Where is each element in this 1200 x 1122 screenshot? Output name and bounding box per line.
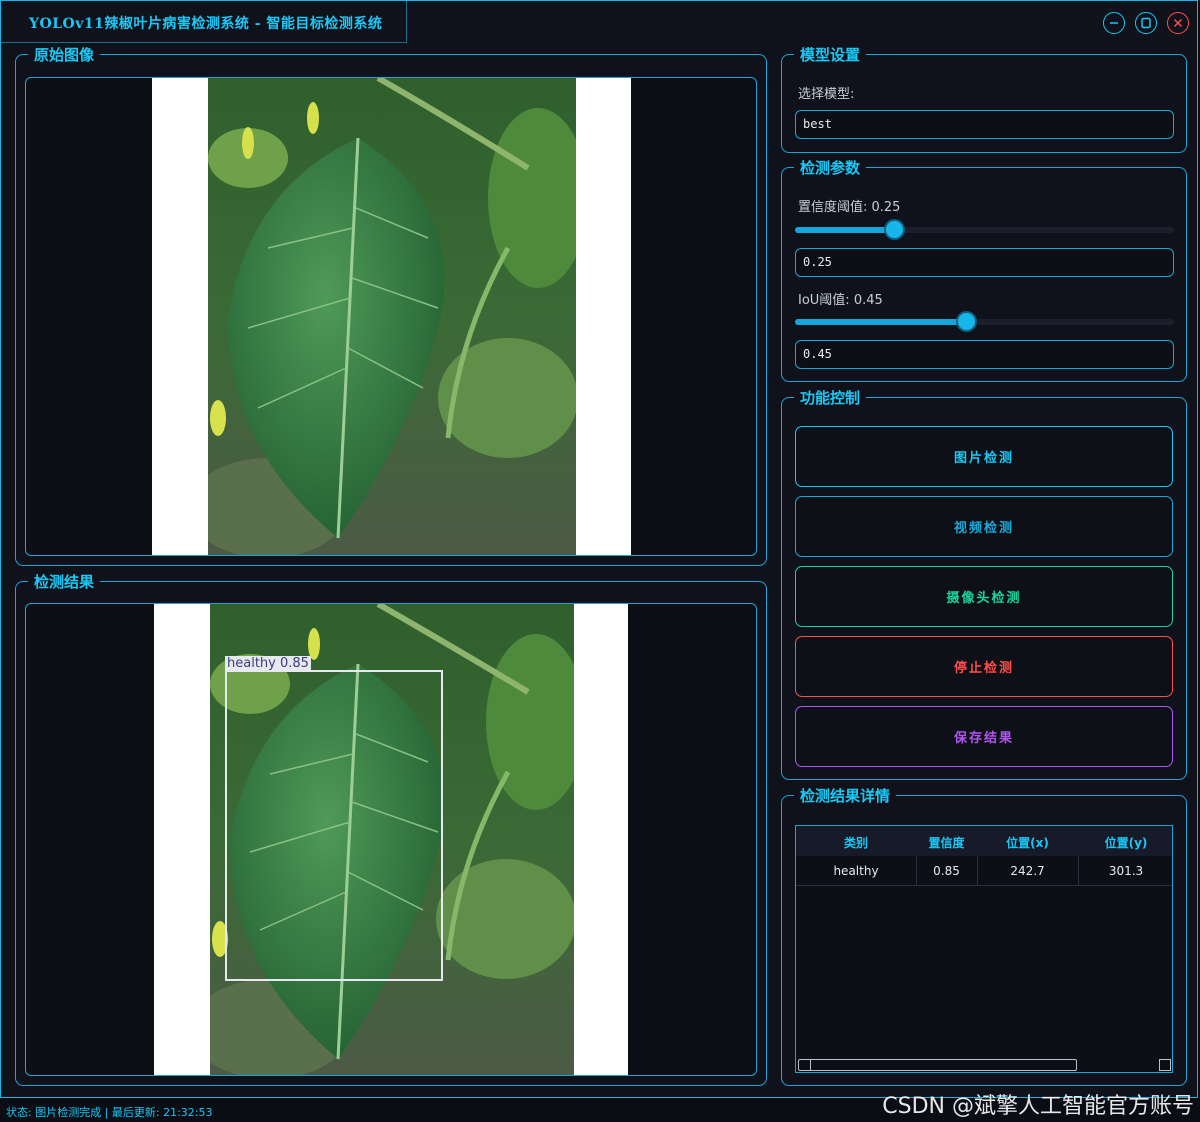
function-control-title: 功能控制 — [794, 387, 867, 408]
leaf-photo-original — [208, 78, 576, 555]
detection-result-view: healthy 0.85 — [25, 603, 757, 1076]
detection-box — [225, 670, 443, 981]
original-image-view — [25, 77, 757, 556]
maximize-button[interactable] — [1135, 12, 1157, 34]
table-cell-x: 242.7 — [1010, 864, 1045, 878]
column-header-y[interactable]: 位置(y) — [1078, 834, 1174, 851]
minimize-button[interactable] — [1103, 12, 1125, 34]
result-details-title: 检测结果详情 — [794, 785, 897, 806]
detection-result-title: 检测结果 — [28, 571, 101, 592]
maximize-icon — [1141, 17, 1151, 29]
horizontal-scrollbar[interactable] — [798, 1059, 1077, 1071]
video-detect-button[interactable]: 视频检测 — [795, 496, 1173, 557]
results-table: 类别 置信度 位置(x) 位置(y) healthy 0.85 242.7 30… — [795, 825, 1173, 1073]
table-cell-class: healthy — [833, 864, 879, 878]
app-window: YOLOv11辣椒叶片病害检测系统 - 智能目标检测系统 原始图像 检测结果 h… — [0, 0, 1198, 1098]
camera-detect-button[interactable]: 摄像头检测 — [795, 566, 1173, 627]
model-select[interactable]: best — [795, 110, 1174, 139]
column-header-x[interactable]: 位置(x) — [977, 834, 1078, 851]
close-button[interactable] — [1167, 12, 1189, 34]
confidence-slider[interactable] — [795, 221, 1174, 238]
iou-slider-fill — [795, 319, 966, 325]
minimize-icon — [1110, 22, 1118, 24]
window-title: YOLOv11辣椒叶片病害检测系统 - 智能目标检测系统 — [29, 16, 383, 32]
title-bar: YOLOv11辣椒叶片病害检测系统 - 智能目标检测系统 — [1, 1, 407, 43]
confidence-input[interactable]: 0.25 — [795, 248, 1174, 277]
detection-params-title: 检测参数 — [794, 157, 867, 178]
iou-slider-handle[interactable] — [958, 313, 975, 330]
confidence-threshold-label: 置信度阈值: 0.25 — [798, 200, 901, 215]
model-settings-title: 模型设置 — [794, 44, 867, 65]
image-detect-button[interactable]: 图片检测 — [795, 426, 1173, 487]
close-icon — [1173, 18, 1183, 28]
model-select-label: 选择模型: — [798, 87, 855, 102]
original-image-title: 原始图像 — [28, 44, 101, 65]
table-cell-y: 301.3 — [1108, 864, 1144, 878]
confidence-slider-fill — [795, 227, 894, 233]
scrollbar-corner — [1159, 1059, 1171, 1071]
table-cell-confidence: 0.85 — [933, 864, 960, 878]
confidence-slider-handle[interactable] — [886, 221, 903, 238]
iou-threshold-label: IoU阈值: 0.45 — [798, 293, 883, 308]
status-bar: 状态: 图片检测完成 | 最后更新: 21:32:53 — [6, 1106, 213, 1119]
stop-detect-button[interactable]: 停止检测 — [795, 636, 1173, 697]
column-header-confidence[interactable]: 置信度 — [916, 834, 977, 851]
detection-label: healthy 0.85 — [225, 656, 311, 671]
watermark: CSDN @斌擎人工智能官方账号 — [882, 1094, 1194, 1119]
iou-slider[interactable] — [795, 313, 1174, 330]
table-row — [796, 885, 1172, 886]
iou-input[interactable]: 0.45 — [795, 340, 1174, 369]
save-result-button[interactable]: 保存结果 — [795, 706, 1173, 767]
scroll-left-arrow[interactable] — [799, 1060, 811, 1070]
column-header-class[interactable]: 类别 — [796, 834, 916, 851]
